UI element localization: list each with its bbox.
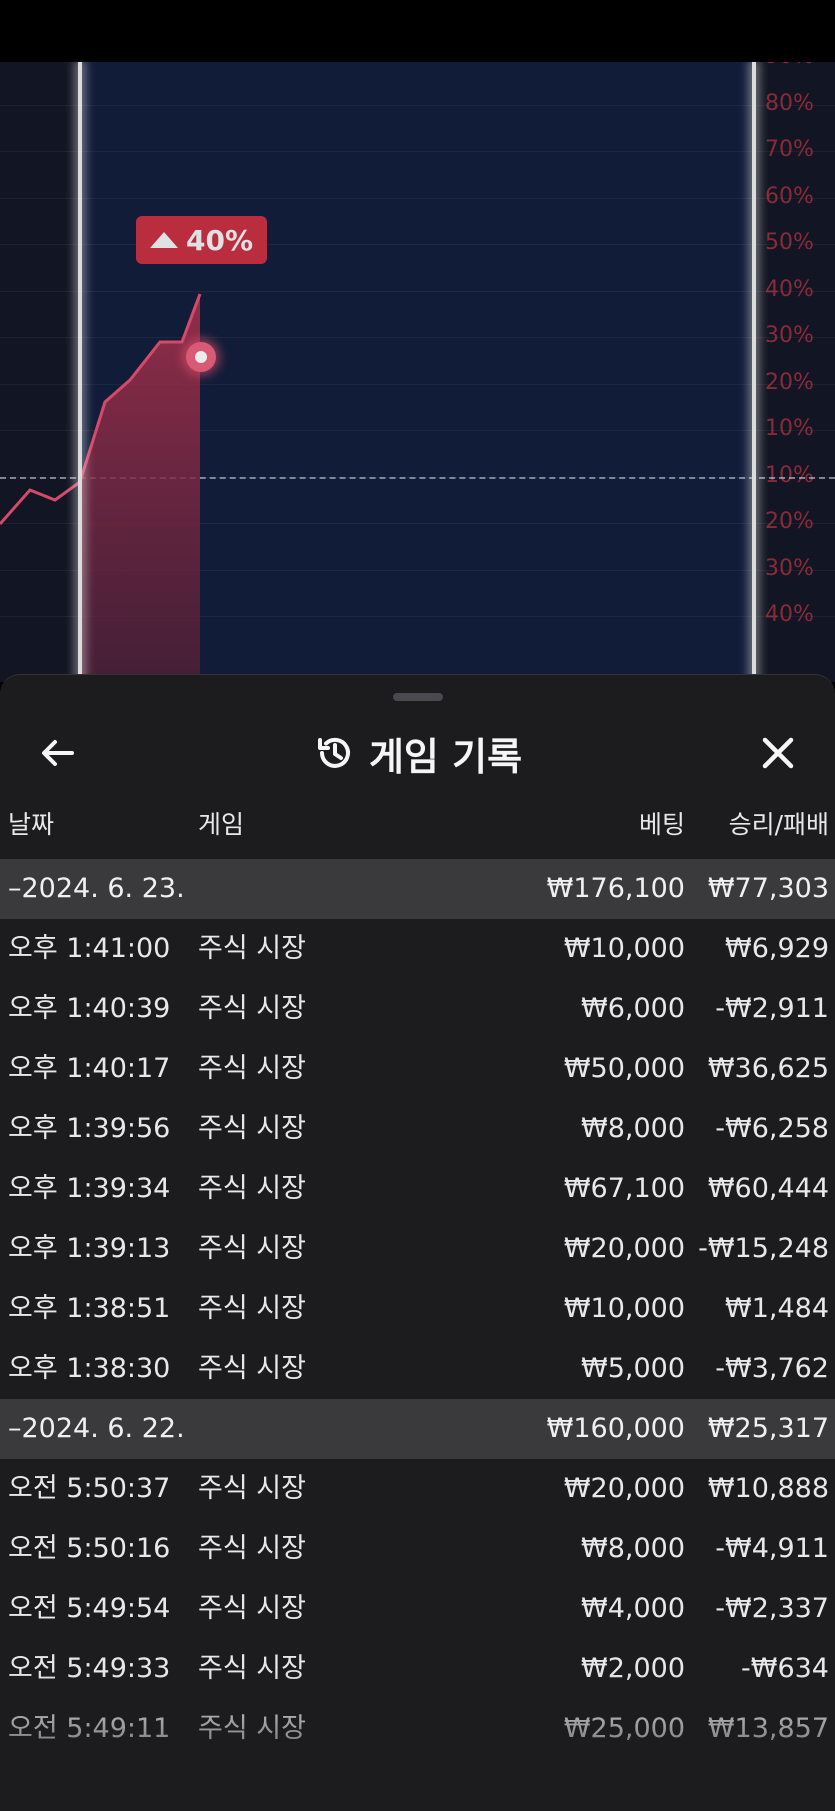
- row-game: 주식 시장: [198, 1173, 306, 1204]
- group-win-total: ₩25,317: [707, 1413, 829, 1444]
- up-triangle-icon: [149, 232, 178, 248]
- row-win-loss: ₩13,857: [707, 1713, 829, 1744]
- row-game: 주식 시장: [198, 1653, 306, 1684]
- row-time: 오후 1:38:51: [8, 1293, 171, 1324]
- window-left-boundary: [78, 62, 82, 682]
- row-game: 주식 시장: [198, 933, 306, 964]
- row-bet: ₩50,000: [563, 1053, 685, 1084]
- row-win-loss: -₩4,911: [715, 1533, 829, 1564]
- row-win-loss: ₩10,888: [707, 1473, 829, 1504]
- table-row[interactable]: 오후 1:38:51 주식 시장 ₩10,000 ₩1,484: [0, 1279, 835, 1339]
- row-game: 주식 시장: [198, 1233, 306, 1264]
- row-time: 오전 5:49:11: [8, 1713, 171, 1744]
- arrow-left-icon: [42, 740, 74, 766]
- group-date: –2024. 6. 23.: [8, 873, 185, 904]
- back-button[interactable]: [30, 725, 86, 781]
- table-row[interactable]: 오후 1:38:30 주식 시장 ₩5,000 -₩3,762: [0, 1339, 835, 1399]
- change-value: 40%: [185, 223, 254, 257]
- row-game: 주식 시장: [198, 1533, 306, 1564]
- row-win-loss: ₩1,484: [725, 1293, 829, 1324]
- row-win-loss: -₩15,248: [698, 1233, 829, 1264]
- row-bet: ₩25,000: [563, 1713, 685, 1744]
- table-row[interactable]: 오후 1:39:56 주식 시장 ₩8,000 -₩6,258: [0, 1099, 835, 1159]
- page-title: 게임 기록: [368, 734, 523, 779]
- group-win-total: ₩77,303: [707, 873, 829, 904]
- row-game: 주식 시장: [198, 993, 306, 1024]
- row-bet: ₩8,000: [581, 1113, 685, 1144]
- date-group-header[interactable]: –2024. 6. 23. ₩176,100 ₩77,303: [0, 859, 835, 919]
- table-row[interactable]: 오전 5:49:11 주식 시장 ₩25,000 ₩13,857: [0, 1699, 835, 1759]
- history-list: –2024. 6. 23. ₩176,100 ₩77,303 오후 1:41:00 주식…: [0, 859, 835, 1759]
- change-badge: 40%: [136, 216, 267, 264]
- group-bet-total: ₩160,000: [546, 1413, 685, 1444]
- close-icon: [762, 737, 794, 769]
- row-win-loss: ₩60,444: [707, 1173, 829, 1204]
- history-icon: [317, 737, 350, 768]
- table-row[interactable]: 오후 1:39:13 주식 시장 ₩20,000 -₩15,248: [0, 1219, 835, 1279]
- row-time: 오후 1:39:34: [8, 1173, 171, 1204]
- row-game: 주식 시장: [198, 1353, 306, 1384]
- row-bet: ₩2,000: [581, 1653, 685, 1684]
- chart-line-svg: [0, 293, 202, 682]
- row-win-loss: ₩36,625: [707, 1053, 829, 1084]
- date-group-header[interactable]: –2024. 6. 22. ₩160,000 ₩25,317: [0, 1399, 835, 1459]
- row-bet: ₩5,000: [581, 1353, 685, 1384]
- row-bet: ₩67,100: [563, 1173, 685, 1204]
- row-bet: ₩20,000: [563, 1473, 685, 1504]
- window-right-boundary: [752, 62, 756, 682]
- game-history-sheet: 게임 기록 날짜 게임 베팅 승리/패배 –2024. 6. 23. ₩176,1…: [0, 674, 835, 1811]
- row-game: 주식 시장: [198, 1593, 306, 1624]
- row-bet: ₩4,000: [581, 1593, 685, 1624]
- row-time: 오후 1:41:00: [8, 933, 171, 964]
- row-win-loss: -₩3,762: [715, 1353, 829, 1384]
- row-time: 오전 5:50:37: [8, 1473, 171, 1504]
- header-date: 날짜: [8, 810, 55, 839]
- row-time: 오전 5:49:54: [8, 1593, 171, 1624]
- header-bet: 베팅: [638, 810, 685, 839]
- row-win-loss: -₩2,337: [715, 1593, 829, 1624]
- row-bet: ₩10,000: [563, 933, 685, 964]
- row-bet: ₩20,000: [563, 1233, 685, 1264]
- group-date: –2024. 6. 22.: [8, 1413, 185, 1444]
- row-game: 주식 시장: [198, 1293, 306, 1324]
- price-chart: 90%80%70%60%50%40%30%20%10%10%20%30%40% …: [0, 62, 835, 682]
- row-game: 주식 시장: [198, 1473, 306, 1504]
- current-price-dot: [186, 342, 216, 372]
- table-row[interactable]: 오전 5:50:37 주식 시장 ₩20,000 ₩10,888: [0, 1459, 835, 1519]
- row-time: 오후 1:40:39: [8, 993, 171, 1024]
- close-button[interactable]: [750, 725, 806, 781]
- header-game: 게임: [198, 810, 245, 839]
- table-row[interactable]: 오후 1:40:17 주식 시장 ₩50,000 ₩36,625: [0, 1039, 835, 1099]
- drag-handle[interactable]: [393, 693, 443, 701]
- row-time: 오후 1:40:17: [8, 1053, 171, 1084]
- row-win-loss: -₩2,911: [715, 993, 829, 1024]
- header-win-loss: 승리/패배: [728, 810, 829, 839]
- row-game: 주식 시장: [198, 1053, 306, 1084]
- row-win-loss: -₩6,258: [715, 1113, 829, 1144]
- row-bet: ₩10,000: [563, 1293, 685, 1324]
- table-row[interactable]: 오후 1:40:39 주식 시장 ₩6,000 -₩2,911: [0, 979, 835, 1039]
- row-win-loss: ₩6,929: [725, 933, 829, 964]
- table-header: 날짜 게임 베팅 승리/패배: [0, 805, 835, 855]
- row-time: 오후 1:38:30: [8, 1353, 171, 1384]
- row-time: 오전 5:50:16: [8, 1533, 171, 1564]
- table-row[interactable]: 오전 5:49:54 주식 시장 ₩4,000 -₩2,337: [0, 1579, 835, 1639]
- row-bet: ₩8,000: [581, 1533, 685, 1564]
- row-win-loss: -₩634: [741, 1653, 829, 1684]
- row-game: 주식 시장: [198, 1713, 306, 1744]
- table-row[interactable]: 오전 5:50:16 주식 시장 ₩8,000 -₩4,911: [0, 1519, 835, 1579]
- table-row[interactable]: 오후 1:41:00 주식 시장 ₩10,000 ₩6,929: [0, 919, 835, 979]
- sheet-header: 게임 기록: [0, 725, 835, 781]
- status-bar: [0, 0, 835, 62]
- row-time: 오후 1:39:13: [8, 1233, 171, 1264]
- row-time: 오후 1:39:56: [8, 1113, 171, 1144]
- table-row[interactable]: 오전 5:49:33 주식 시장 ₩2,000 -₩634: [0, 1639, 835, 1699]
- row-bet: ₩6,000: [581, 993, 685, 1024]
- row-game: 주식 시장: [198, 1113, 306, 1144]
- table-row[interactable]: 오후 1:39:34 주식 시장 ₩67,100 ₩60,444: [0, 1159, 835, 1219]
- chart-area-fill: [80, 294, 200, 682]
- row-time: 오전 5:49:33: [8, 1653, 171, 1684]
- group-bet-total: ₩176,100: [546, 873, 685, 904]
